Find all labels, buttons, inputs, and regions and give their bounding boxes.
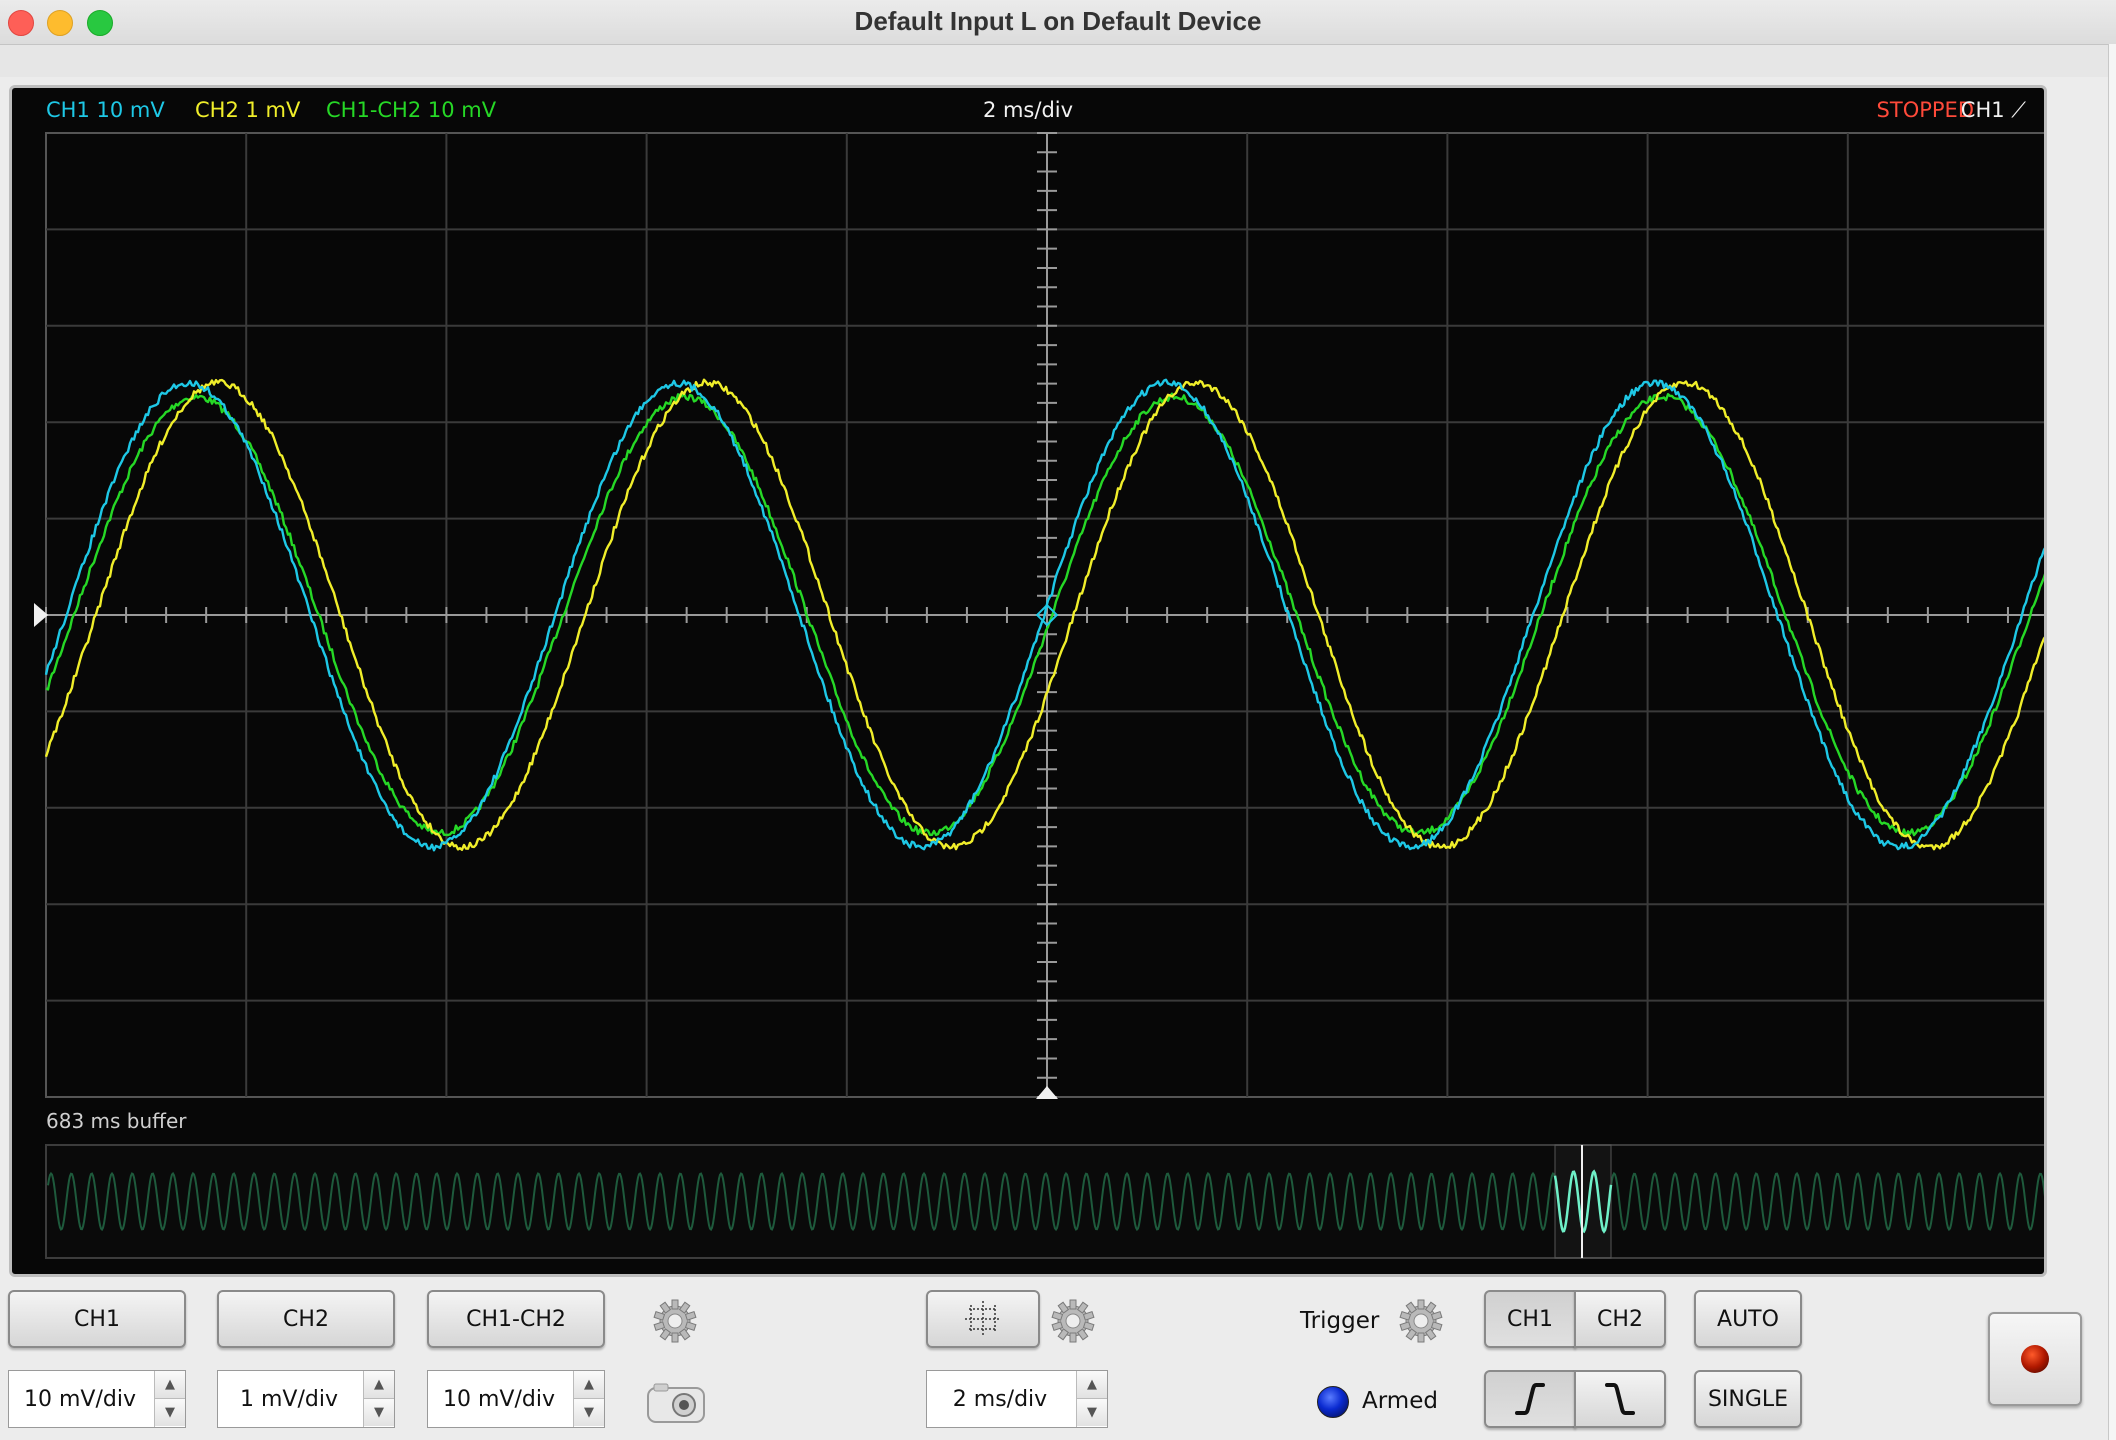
adjacent-window-edge [2108,44,2116,1440]
diff-button[interactable]: CH1-CH2 [427,1290,605,1348]
scope-canvas [34,132,2044,1259]
diff-scale-spinner[interactable]: 10 mV/div ▲ ▼ [427,1370,605,1428]
ch2-scale-spinner[interactable]: 1 mV/div ▲ ▼ [217,1370,395,1428]
armed-indicator-icon [1317,1386,1349,1418]
ch1-scale-value: 10 mV/div [24,1386,136,1412]
scope-display: CH1 10 mV CH2 1 mV CH1-CH2 10 mV 2 ms/di… [9,85,2047,1277]
channel-settings-gear-icon[interactable] [650,1296,700,1346]
ch1-scale-up-arrow-icon[interactable]: ▲ [155,1371,185,1399]
ch1-scale-spinner[interactable]: 10 mV/div ▲ ▼ [8,1370,186,1428]
trigger-channel-readout: CH1 [1960,98,2005,122]
trigger-readout: CH1 ⟋ [1961,98,2026,123]
tool-strip [0,45,2116,77]
trigger-position-marker-icon [1036,1086,1058,1099]
timebase-value: 2 ms/div [952,1386,1048,1412]
trigger-ch2-button[interactable]: CH2 [1574,1290,1666,1348]
ch2-scale-down-arrow-icon[interactable]: ▼ [364,1399,394,1426]
window-title: Default Input L on Default Device [854,6,1262,36]
auto-trigger-button[interactable]: AUTO [1694,1290,1802,1348]
trigger-settings-gear-icon[interactable] [1396,1296,1446,1346]
trigger-label: Trigger [1300,1308,1380,1334]
cursor-toggle-button[interactable] [926,1290,1040,1348]
ch2-scale-up-arrow-icon[interactable]: ▲ [364,1371,394,1399]
diff-scale-down-arrow-icon[interactable]: ▼ [574,1399,604,1426]
title-bar: Default Input L on Default Device [0,0,2116,45]
trigger-slope-icon: ⟋ [2011,98,2026,122]
falling-edge-icon [1605,1383,1635,1415]
timebase-up-arrow-icon[interactable]: ▲ [1077,1371,1107,1399]
diff-scale-up-arrow-icon[interactable]: ▲ [574,1371,604,1399]
timebase-spinner[interactable]: 2 ms/div ▲ ▼ [926,1370,1108,1428]
buffer-label: 683 ms buffer [46,1109,187,1133]
armed-label: Armed [1362,1388,1438,1414]
ch2-scale-value: 1 mV/div [240,1386,338,1412]
record-icon [2021,1345,2049,1373]
trigger-ch1-button[interactable]: CH1 [1484,1290,1576,1348]
single-trigger-button[interactable]: SINGLE [1694,1370,1802,1428]
trigger-falling-edge-button[interactable] [1574,1370,1666,1428]
record-button[interactable] [1988,1312,2082,1406]
rising-edge-icon [1515,1383,1545,1415]
ch1-scale-down-arrow-icon[interactable]: ▼ [155,1399,185,1426]
ch2-button[interactable]: CH2 [217,1290,395,1348]
crosshair-grid-icon [965,1301,1001,1337]
trigger-rising-edge-button[interactable] [1484,1370,1576,1428]
timebase-readout: 2 ms/div [982,98,1074,122]
ch1-button[interactable]: CH1 [8,1290,186,1348]
acquisition-status: STOPPED [1876,98,1974,122]
timebase-down-arrow-icon[interactable]: ▼ [1077,1399,1107,1426]
buffer-overview [45,1144,2044,1259]
diff-scale-value: 10 mV/div [443,1386,555,1412]
timebase-settings-gear-icon[interactable] [1048,1296,1098,1346]
camera-icon[interactable] [646,1382,706,1424]
